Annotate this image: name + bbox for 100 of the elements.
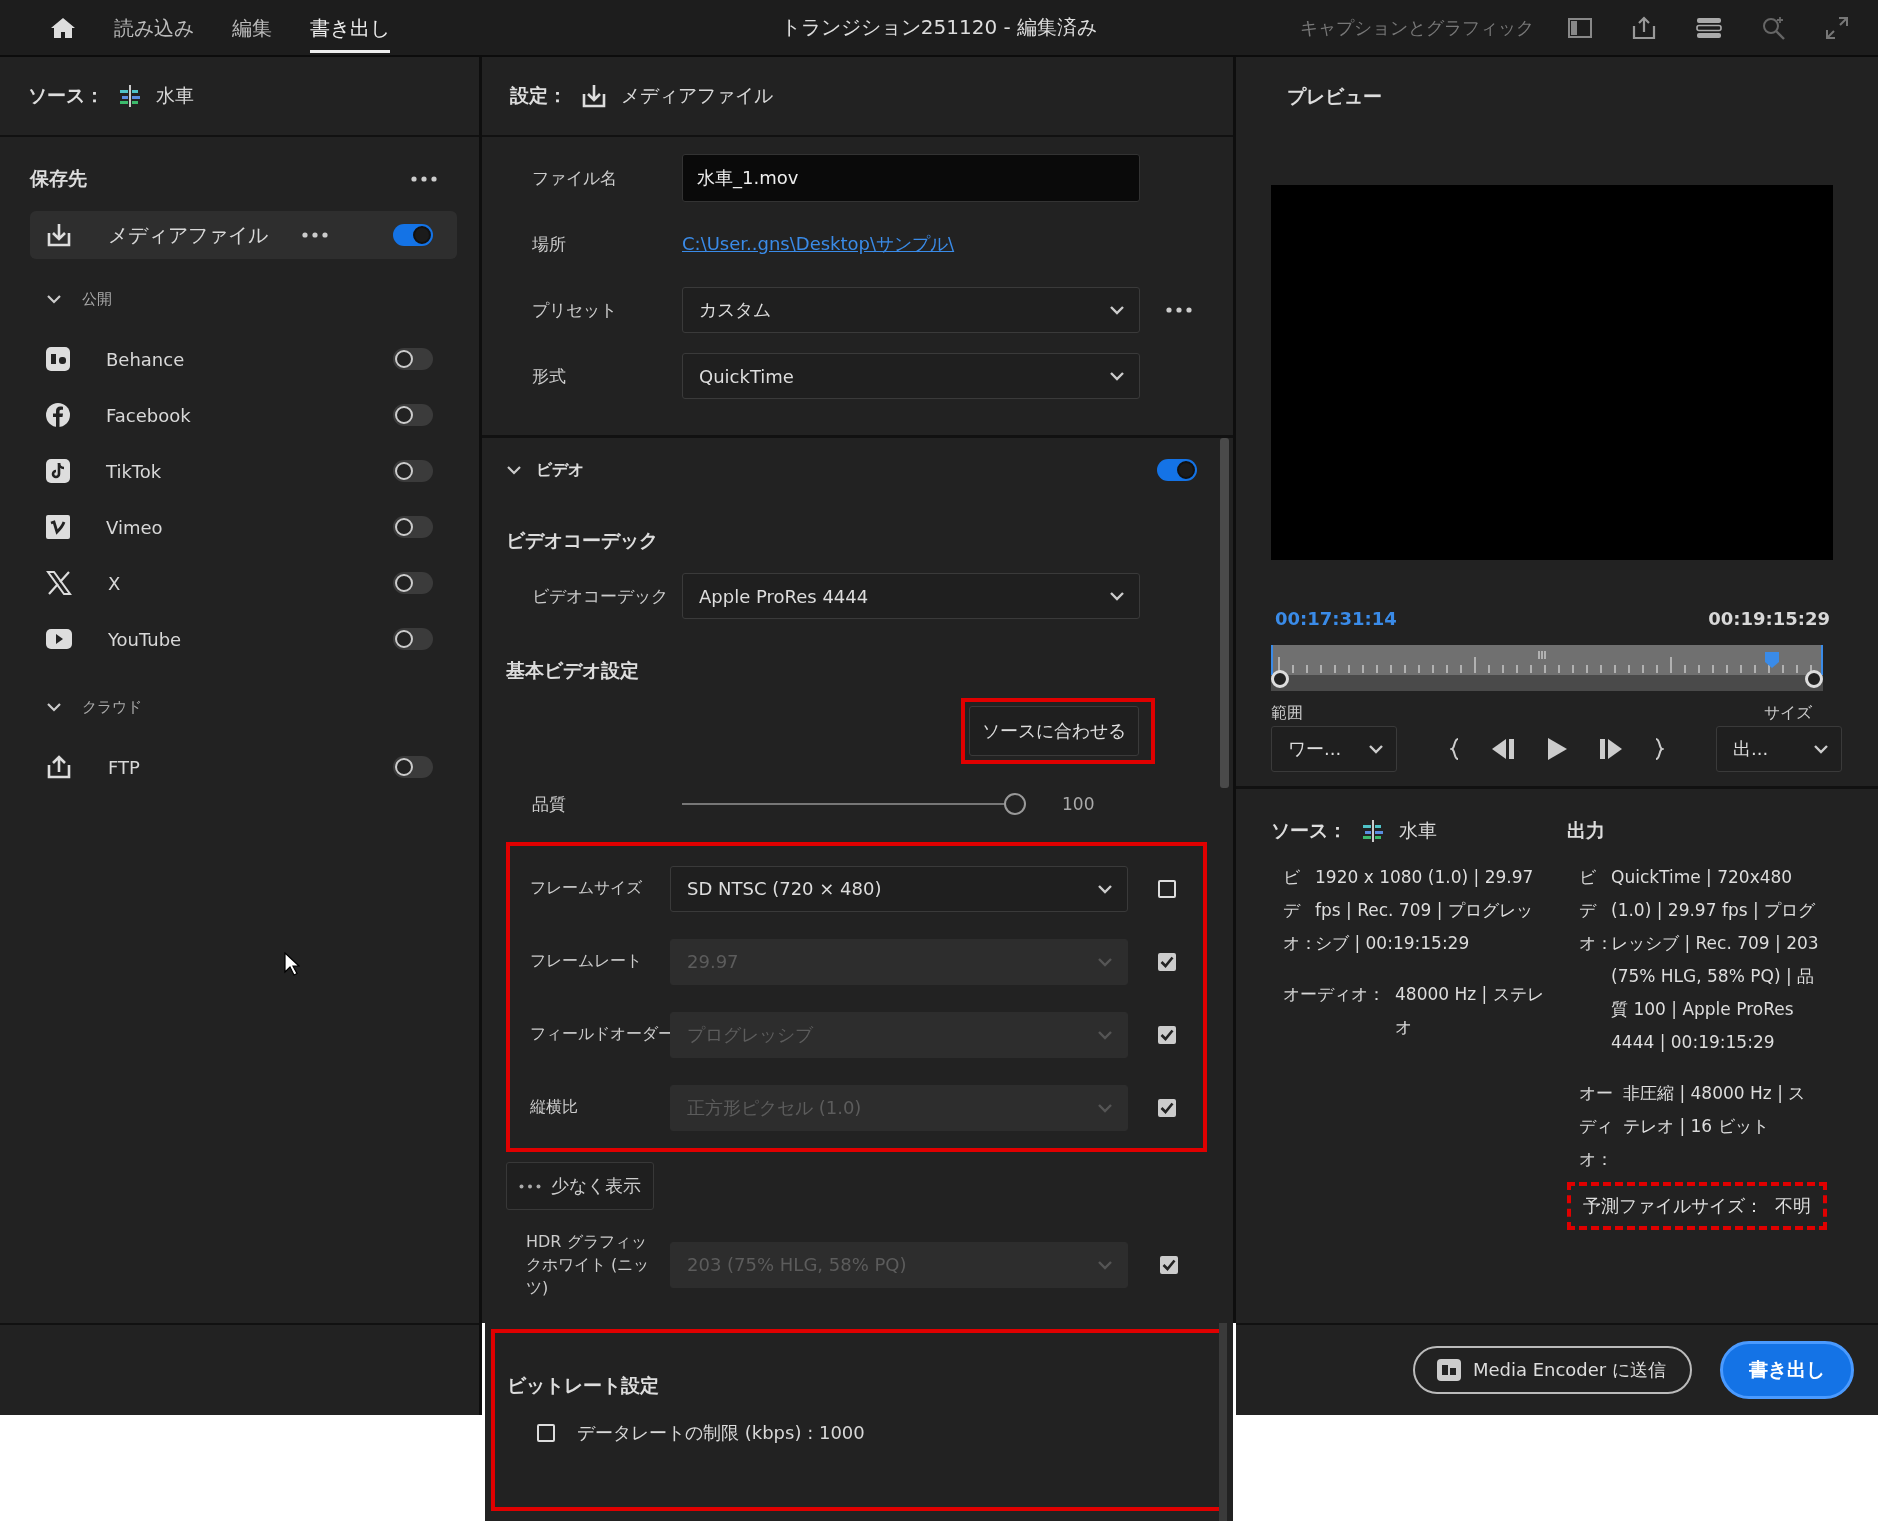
settings-label: 設定： — [510, 83, 567, 108]
music-note-icon — [46, 459, 70, 483]
settings-target: メディアファイル — [621, 83, 773, 108]
facebook-icon — [46, 403, 70, 427]
source-name: 水車 — [1399, 818, 1437, 843]
source-label: ソース： — [28, 83, 104, 108]
tab[interactable]: 読み込み — [114, 2, 194, 53]
range-handle[interactable] — [1805, 670, 1823, 688]
list-icon[interactable] — [1696, 16, 1722, 39]
chevron-icon[interactable] — [46, 702, 62, 712]
share-icon[interactable] — [1632, 15, 1656, 40]
chevron-icon[interactable] — [506, 465, 522, 475]
more-icon[interactable] — [1166, 307, 1192, 313]
checkbox[interactable] — [537, 1424, 555, 1442]
sequence-icon — [1361, 820, 1385, 842]
rounded-square-icon — [46, 347, 70, 371]
toggle-switch[interactable] — [393, 572, 433, 594]
estimate-value: 不明 — [1775, 1194, 1811, 1218]
toggle-switch[interactable] — [393, 224, 433, 246]
dropdown[interactable]: QuickTime — [682, 353, 1140, 399]
info-value: QuickTime | 720x480 (1.0) | 29.97 fps | プログレッシブ | Rec. 709 | 203 (75% HLG, 58% PQ) | 品質 100 | Apple ProRes 4444 | 00:19:15:29 — [1611, 866, 1820, 1054]
field-label: ビデオコーデック — [532, 584, 669, 608]
destination-item[interactable]: メディアファイル — [30, 211, 457, 259]
quality-slider[interactable] — [682, 792, 1026, 816]
vimeo-icon — [46, 515, 70, 539]
expand-icon[interactable] — [1826, 16, 1848, 39]
destination-label: Behance — [106, 348, 185, 370]
step-forward-icon[interactable] — [1597, 738, 1624, 760]
workspace-label[interactable]: キャプションとグラフィック — [1300, 15, 1534, 40]
toggle-switch[interactable] — [393, 404, 433, 426]
chevron-icon — [1368, 744, 1384, 754]
field-label: 縦横比 — [530, 1097, 579, 1118]
info-label: ビデオ： — [1579, 866, 1611, 955]
download-icon — [581, 84, 607, 108]
checkbox[interactable] — [1157, 879, 1176, 898]
field-label: ファイル名 — [532, 166, 618, 190]
export-button[interactable]: 書き出し — [1720, 1341, 1854, 1399]
group-label: 公開 — [82, 289, 112, 309]
more-icon[interactable] — [411, 176, 437, 182]
play-icon[interactable] — [1545, 737, 1568, 761]
chevron-icon — [1097, 1259, 1113, 1270]
range-label: 範囲 — [1271, 703, 1303, 724]
section-heading: ビデオコーデック — [506, 528, 659, 553]
send-to-encoder-button[interactable]: Media Encoder に送信 — [1412, 1346, 1692, 1394]
section-title: ビデオ — [536, 459, 584, 481]
timeline-scrubber[interactable] — [1271, 645, 1823, 691]
chevron-icon — [1109, 305, 1125, 315]
toggle-switch[interactable] — [393, 516, 433, 538]
info-label: ビデオ： — [1283, 866, 1315, 955]
panel-title: プレビュー — [1287, 84, 1382, 109]
info-label: オーディオ： — [1283, 983, 1386, 1006]
dropdown[interactable]: カスタム — [682, 287, 1140, 333]
field-label: 形式 — [532, 364, 567, 388]
panel-icon[interactable] — [1568, 17, 1592, 38]
cursor-icon — [284, 952, 300, 976]
x-icon — [46, 571, 72, 595]
field-label: HDR グラフィックホワイト (ニッツ) — [526, 1231, 651, 1300]
section-title: 保存先 — [30, 166, 87, 191]
range-handle[interactable] — [1271, 670, 1289, 688]
mark-out-icon[interactable] — [1653, 738, 1664, 760]
chevron-icon — [1813, 744, 1829, 754]
destination-label: Vimeo — [106, 516, 163, 538]
toggle-switch[interactable] — [393, 460, 433, 482]
slider-thumb[interactable] — [1004, 793, 1026, 815]
section-heading: 基本ビデオ設定 — [506, 658, 640, 683]
chevron-icon[interactable] — [46, 294, 62, 304]
scrollbar[interactable] — [1219, 1323, 1227, 1521]
toggle-switch[interactable] — [393, 348, 433, 370]
mark-in-icon[interactable] — [1449, 738, 1460, 760]
dropdown[interactable]: Apple ProRes 4444 — [682, 573, 1140, 619]
toggle-switch[interactable] — [1157, 459, 1197, 481]
grip-icon[interactable] — [1538, 650, 1546, 660]
range-dropdown[interactable]: ワー... — [1271, 726, 1397, 772]
source-name: 水車 — [156, 83, 194, 108]
chevron-icon — [1097, 956, 1113, 967]
location-link[interactable]: C:\User..gns\Desktop\サンプル\ — [682, 232, 1142, 256]
upload-icon — [46, 755, 72, 779]
field-label: 場所 — [532, 232, 567, 256]
more-icon[interactable] — [301, 232, 328, 238]
duration-timecode: 00:19:15:29 — [1708, 608, 1830, 629]
chevron-icon — [1109, 371, 1125, 381]
info-label: オーディオ： — [1579, 1082, 1614, 1171]
toggle-switch[interactable] — [393, 756, 433, 778]
dropdown[interactable]: SD NTSC (720 × 480) — [670, 865, 1128, 912]
field-label: 品質 — [532, 792, 567, 816]
match-source-button[interactable]: ソースに合わせる — [969, 706, 1139, 756]
home-icon[interactable] — [50, 16, 76, 39]
group-label: クラウド — [82, 697, 142, 717]
show-less-button[interactable]: 少なく表示 — [506, 1162, 654, 1210]
size-dropdown[interactable]: 出... — [1716, 726, 1842, 772]
zoom-icon[interactable] — [1762, 15, 1786, 40]
destination-label: Facebook — [106, 404, 191, 426]
chevron-icon — [1097, 883, 1113, 894]
toggle-switch[interactable] — [393, 628, 433, 650]
tab[interactable]: 編集 — [232, 2, 272, 53]
tab[interactable]: 書き出し — [310, 2, 390, 53]
input-field[interactable]: 水車_1.mov — [682, 154, 1140, 202]
destination-label: YouTube — [108, 628, 182, 650]
scrollbar[interactable] — [1220, 438, 1229, 788]
chevron-icon — [1097, 1102, 1113, 1113]
